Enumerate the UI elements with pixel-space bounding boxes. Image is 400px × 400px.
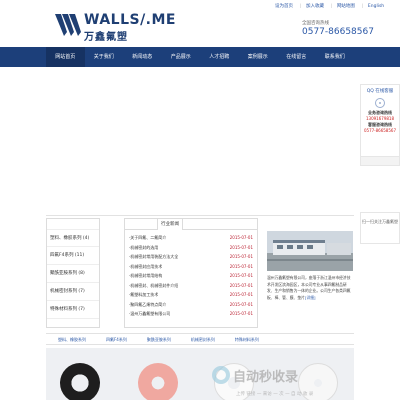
news-date: 2015-07-01 [229, 301, 253, 307]
scan-text: 扫一扫关注万鑫氟塑 [362, 219, 398, 224]
news-list: ·关于四氟、二氟简介 2015-07-01 ·机械密封的选用 2015-07-01 … [125, 230, 257, 319]
news-row[interactable]: ·机械密封常用结构 2015-07-01 [129, 271, 253, 281]
divider [46, 215, 354, 216]
nav-item-message[interactable]: 在线留言 [277, 47, 316, 67]
nav-item-news[interactable]: 新闻动态 [123, 47, 162, 67]
scan-panel: 扫一扫关注万鑫氟塑 [360, 212, 400, 244]
banner-area [0, 67, 400, 215]
factory-photo[interactable] [267, 231, 353, 271]
nav-item-home[interactable]: 网站首页 [46, 47, 85, 67]
category-item[interactable]: 特殊材料系列 (7) [47, 301, 99, 319]
news-row[interactable]: ·氟塑料加工技术 2015-07-01 [129, 290, 253, 300]
about-text: 温州万鑫氟塑有限公司，座落于浙江温州市经济技术开发区滨海园区，本公司专业从事四氟… [267, 275, 353, 301]
nav-item-contact[interactable]: 联系我们 [316, 47, 355, 67]
qq-service-panel: QQ 在线客服 业务咨询热线 13091679818 客服咨询热线 0577-8… [360, 84, 400, 166]
logo-text-cn[interactable]: 万鑫氟塑 [84, 28, 128, 43]
news-date: 2015-07-01 [229, 292, 253, 297]
news-box: 行业新闻 ·关于四氟、二氟简介 2015-07-01 ·机械密封的选用 2015-0… [124, 218, 258, 328]
news-title[interactable]: ·机械密封常用结构 [129, 271, 162, 281]
factory-image [267, 231, 353, 271]
news-row[interactable]: ·机械密封应用技术 2015-07-01 [129, 262, 253, 272]
news-row[interactable]: ·关于四氟、二氟简介 2015-07-01 [129, 233, 253, 243]
qq-panel-title: QQ 在线客服 [366, 89, 394, 94]
news-date: 2015-07-01 [229, 282, 253, 288]
news-date: 2015-07-01 [229, 235, 253, 240]
news-title[interactable]: ·机械密封应用技术 [129, 262, 162, 272]
news-row[interactable]: ·机械密封的选用 2015-07-01 [129, 243, 253, 253]
news-title[interactable]: ·氟塑料加工技术 [129, 290, 158, 300]
hotline-number: 0577-86658567 [302, 27, 374, 37]
news-date: 2015-07-01 [229, 254, 253, 259]
news-date: 2015-07-01 [229, 311, 253, 316]
news-row[interactable]: ·聚四氟乙烯特点简介 2015-07-01 [129, 300, 253, 310]
english-link[interactable]: English [368, 4, 384, 9]
news-title[interactable]: ·关于四氟、二氟简介 [129, 233, 166, 243]
tab-polyimide[interactable]: 聚酰亚胺系列 [147, 334, 171, 344]
news-tabs: 行业新闻 [125, 219, 257, 230]
hotline-label: 全国咨询热线 [302, 21, 329, 26]
news-title[interactable]: ·机械密封常用装配方法大全 [129, 252, 178, 262]
news-date: 2015-07-01 [229, 273, 253, 278]
news-row[interactable]: ·机械密封、机械密封件介绍 2015-07-01 [129, 281, 253, 291]
news-date: 2015-07-01 [229, 244, 253, 250]
category-item[interactable]: 塑料、橡胶系列 (4) [47, 229, 99, 247]
logo-text-en[interactable]: WALLS/.ME [84, 12, 176, 28]
product-image-pink-ring[interactable] [138, 363, 178, 400]
more-link[interactable]: [详细] [305, 295, 316, 300]
top-links: 设为首页 | 加入收藏 | 网站地图 | English [275, 4, 385, 9]
news-row[interactable]: ·机械密封常用装配方法大全 2015-07-01 [129, 252, 253, 262]
tab-mechanical-seal[interactable]: 机械密封系列 [191, 334, 215, 344]
category-item[interactable]: 聚酰亚胺系列 (8) [47, 265, 99, 283]
nav-item-about[interactable]: 关于我们 [85, 47, 124, 67]
qq-panel-footer [361, 156, 399, 165]
main-nav: 网站首页 关于我们 新闻动态 产品展示 人才招聘 案例展示 在线留言 联系我们 [0, 47, 400, 67]
product-image-black-ring[interactable] [60, 363, 100, 400]
news-title[interactable]: ·温州万鑫氟塑有限公司 [129, 309, 170, 319]
tab-plastic-rubber[interactable]: 塑料、橡胶系列 [58, 334, 86, 344]
logo-icon[interactable] [55, 10, 83, 38]
about-box: 温州万鑫氟塑有限公司，座落于浙江温州市经济技术开发区滨海园区，本公司专业从事四氟… [264, 218, 354, 328]
news-title[interactable]: ·聚四氟乙烯特点简介 [129, 300, 166, 310]
set-homepage-link[interactable]: 设为首页 [275, 4, 293, 9]
news-row[interactable]: ·温州万鑫氟塑有限公司 2015-07-01 [129, 309, 253, 319]
product-tabs: 塑料、橡胶系列 四氟F4系列 聚酰亚胺系列 机械密封系列 特殊材料系列 [46, 333, 354, 345]
tab-special-material[interactable]: 特殊材料系列 [235, 334, 259, 344]
nav-item-cases[interactable]: 案例展示 [239, 47, 278, 67]
sitemap-link[interactable]: 网站地图 [337, 4, 355, 9]
add-favorite-link[interactable]: 加入收藏 [306, 4, 324, 9]
category-item[interactable]: 机械密封系列 (7) [47, 283, 99, 301]
product-categories: 塑料、橡胶系列 (4) 四氟F4系列 (11) 聚酰亚胺系列 (8) 机械密封系… [46, 218, 100, 328]
watermark-logo-icon [212, 366, 230, 384]
nav-item-products[interactable]: 产品展示 [162, 47, 201, 67]
site-header: WALLS/.ME 万鑫氟塑 设为首页 | 加入收藏 | 网站地图 | English… [0, 0, 400, 44]
nav-item-jobs[interactable]: 人才招聘 [200, 47, 239, 67]
watermark-subtitle: 上传 链接 一 来访 一 次 一 自 动 收 录 [236, 392, 314, 397]
category-item[interactable]: 四氟F4系列 (11) [47, 247, 99, 265]
qq-row-phone-2: 0577-86658567 [364, 128, 396, 133]
news-title[interactable]: ·机械密封、机械密封件介绍 [129, 281, 178, 291]
tab-f4[interactable]: 四氟F4系列 [106, 334, 127, 344]
news-title[interactable]: ·机械密封的选用 [129, 243, 158, 253]
tab-industry-news[interactable]: 行业新闻 [157, 219, 183, 230]
news-date: 2015-07-01 [229, 263, 253, 269]
qq-icon[interactable] [375, 98, 385, 108]
watermark-text: 自动秒收录 [233, 370, 299, 385]
